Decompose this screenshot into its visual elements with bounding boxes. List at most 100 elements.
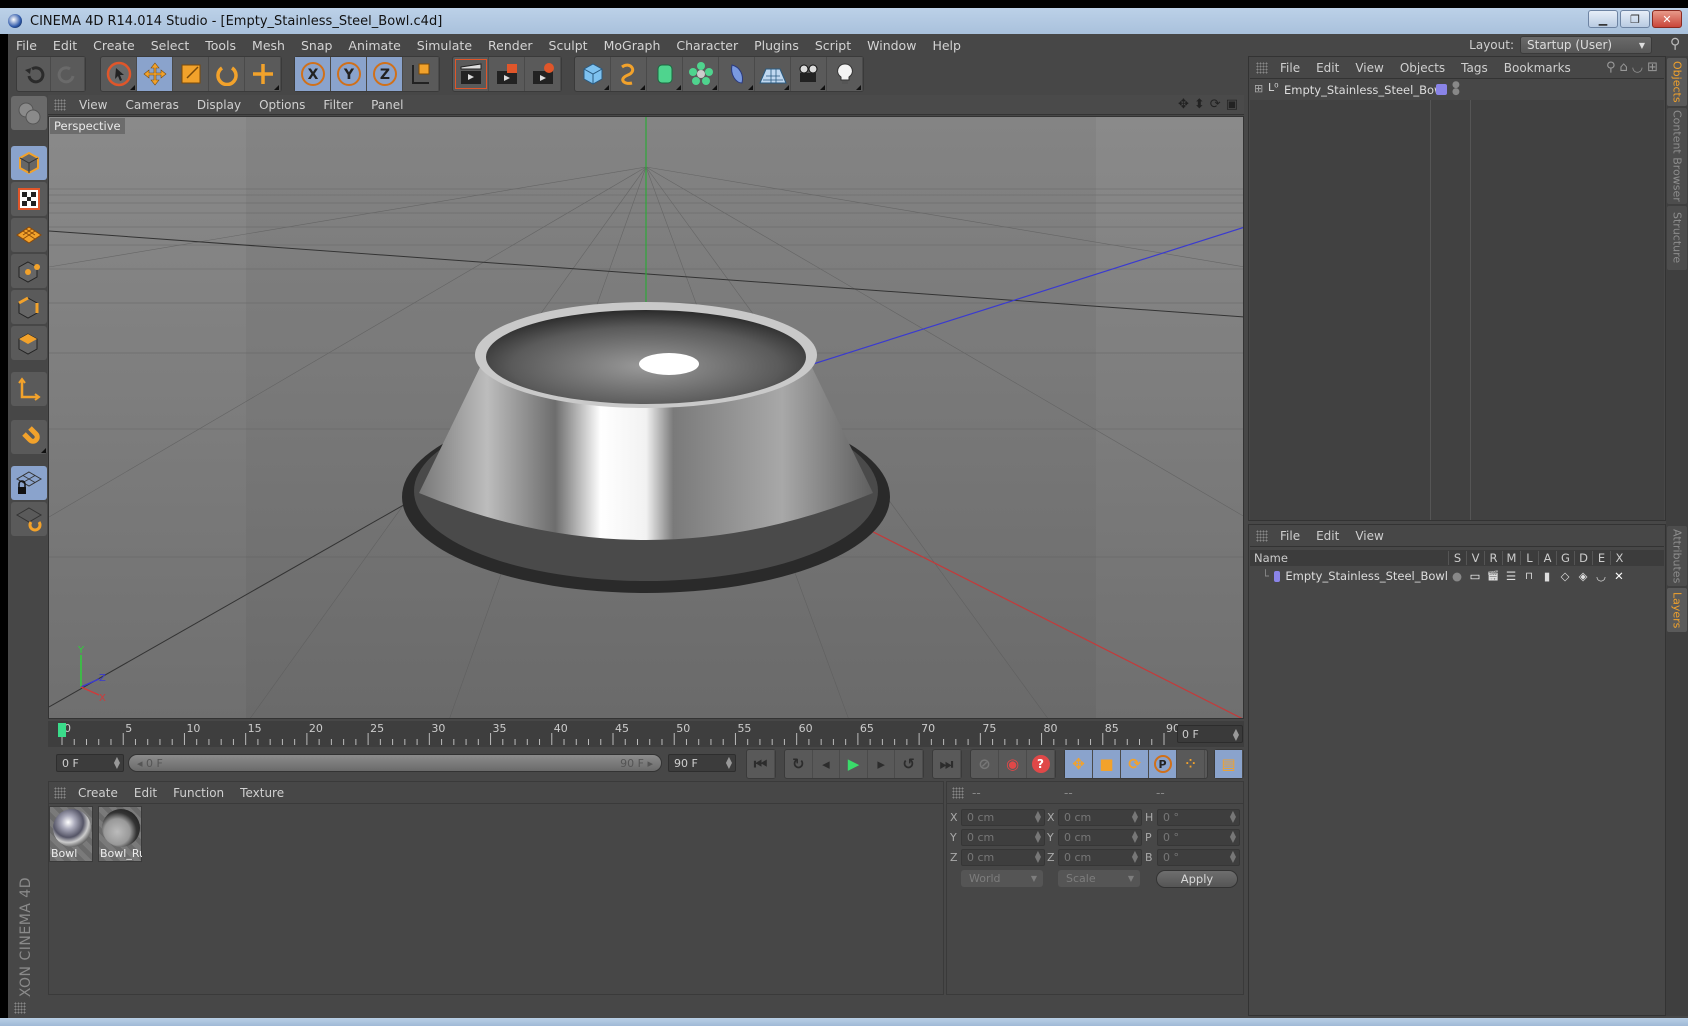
object-menu-objects[interactable]: Objects [1392,61,1453,75]
live-selection-button[interactable] [101,57,137,91]
menu-mesh[interactable]: Mesh [244,38,293,53]
viewport-menu-display[interactable]: Display [188,98,250,112]
viewport-menu-options[interactable]: Options [250,98,314,112]
menu-character[interactable]: Character [668,38,746,53]
start-frame-field[interactable]: 0 F ▲ ▼ [56,754,124,772]
pos-x-field[interactable]: 0 cm ▲ ▼ [961,809,1045,826]
new-window-icon[interactable]: ⊞ [1647,60,1658,75]
search-icon[interactable]: ⚲ [1606,60,1616,75]
lock-toggle-icon[interactable]: ⊓ [1520,571,1538,582]
locked-workplane-button[interactable] [11,466,47,500]
coordinate-mode-dropdown[interactable]: World ▼ [961,870,1043,887]
menu-mograph[interactable]: MoGraph [596,38,669,53]
key-rotation-button[interactable]: ⟳ [1121,750,1149,778]
light-button[interactable] [827,57,863,91]
xrefs-toggle-icon[interactable]: ✕ [1610,569,1628,583]
column-solo[interactable]: S [1448,551,1466,565]
end-frame-field[interactable]: 90 F ▲ ▼ [668,754,736,772]
object-menu-edit[interactable]: Edit [1308,61,1347,75]
menu-animate[interactable]: Animate [340,38,408,53]
move-button[interactable] [137,57,173,91]
workplane-mode-button[interactable] [11,218,47,252]
visibility-dots-icon[interactable]: ● ● [1452,81,1460,97]
polygons-mode-button[interactable] [11,326,47,360]
material-swatch[interactable]: Bowl [49,806,93,862]
generators-toggle-icon[interactable]: ◇ [1556,569,1574,583]
timeline-ruler[interactable]: 0 5 10 15 20 25 30 35 40 45 50 55 60 65 70 75 80 85 90 [48,721,1244,747]
layer-color-icon[interactable] [1273,570,1281,582]
dolly-icon[interactable]: ⬍ [1194,97,1205,112]
apply-button[interactable]: Apply [1156,870,1238,888]
layout-dropdown[interactable]: Startup (User) ▼ [1520,36,1652,54]
size-x-field[interactable]: 0 cm ▲ ▼ [1058,809,1142,826]
add-object-button[interactable] [245,57,281,91]
menu-window[interactable]: Window [859,38,924,53]
material-menu-texture[interactable]: Texture [232,786,292,800]
3d-viewport[interactable]: Y Z X [48,116,1244,719]
maximize-icon[interactable]: ▣ [1226,97,1238,112]
object-menu-tags[interactable]: Tags [1453,61,1496,75]
expressions-toggle-icon[interactable]: ◡ [1592,569,1610,583]
pos-y-field[interactable]: 0 cm ▲ ▼ [961,829,1045,846]
pos-z-field[interactable]: 0 cm ▲ ▼ [961,849,1045,866]
panel-grip-icon[interactable] [54,98,66,111]
panel-grip-icon[interactable] [54,786,66,799]
view-navigation-button[interactable] [11,96,47,130]
menu-select[interactable]: Select [143,38,198,53]
tab-objects[interactable]: Objects [1667,58,1687,106]
cube-button[interactable] [575,57,611,91]
object-row[interactable]: ⊞ L⁰ Empty_Stainless_Steel_Bowl ● ● [1250,80,1664,100]
size-mode-dropdown[interactable]: Scale ▼ [1058,870,1140,887]
previous-frame-button[interactable]: ◂ [813,750,841,778]
layer-menu-view[interactable]: View [1347,529,1391,543]
size-z-field[interactable]: 0 cm ▲ ▼ [1058,849,1142,866]
layer-color-icon[interactable] [1436,84,1447,95]
viewport-menu-filter[interactable]: Filter [314,98,362,112]
rot-h-field[interactable]: 0 ° ▲ ▼ [1157,809,1240,826]
frame-range-slider[interactable]: ◂ 0 F 90 F ▸ [128,754,662,772]
minimize-button[interactable]: ▁ [1588,10,1618,28]
camera-label[interactable]: Perspective [50,118,125,134]
material-menu-edit[interactable]: Edit [126,786,165,800]
menu-edit[interactable]: Edit [45,38,85,53]
object-menu-file[interactable]: File [1272,61,1308,75]
x-axis-button[interactable]: X [295,57,331,91]
column-generators[interactable]: G [1556,551,1574,565]
next-key-button[interactable]: ↺ [895,750,923,778]
spline-button[interactable] [611,57,647,91]
panel-grip-icon[interactable] [952,786,964,799]
array-button[interactable] [683,57,719,91]
redo-button[interactable] [51,57,85,91]
go-to-end-button[interactable]: ⏭ [933,750,961,778]
menu-help[interactable]: Help [924,38,969,53]
render-toggle-icon[interactable]: 🎬︎ [1484,571,1502,582]
next-frame-button[interactable]: ▸ [868,750,896,778]
viewport-menu-cameras[interactable]: Cameras [116,98,187,112]
key-parameter-button[interactable]: P [1149,750,1177,778]
rotate-view-icon[interactable]: ⟳ [1210,97,1221,112]
menu-plugins[interactable]: Plugins [746,38,807,53]
axis-mode-button[interactable] [11,372,47,406]
column-render[interactable]: R [1484,551,1502,565]
points-mode-button[interactable] [11,254,47,288]
column-deformers[interactable]: D [1574,551,1592,565]
tab-layers[interactable]: Layers [1667,588,1687,632]
go-to-start-button[interactable]: ⏮ [747,750,775,778]
render-settings-button[interactable] [525,57,561,91]
tab-attributes[interactable]: Attributes [1667,526,1687,586]
column-view[interactable]: V [1466,551,1484,565]
restore-button[interactable]: ❐ [1620,10,1650,28]
render-view-button[interactable] [453,57,489,91]
menu-file[interactable]: File [8,38,45,53]
key-position-button[interactable]: ✥ [1065,750,1093,778]
size-y-field[interactable]: 0 cm ▲ ▼ [1058,829,1142,846]
model-mode-button[interactable] [11,146,47,180]
autokey-button[interactable]: ? [1027,750,1055,778]
render-picture-viewer-button[interactable] [489,57,525,91]
menu-render[interactable]: Render [480,38,541,53]
menu-snap[interactable]: Snap [293,38,340,53]
coordinate-system-button[interactable] [403,57,439,91]
z-axis-button[interactable]: Z [367,57,403,91]
expand-icon[interactable]: ⊞ [1254,82,1263,95]
scale-button[interactable] [173,57,209,91]
